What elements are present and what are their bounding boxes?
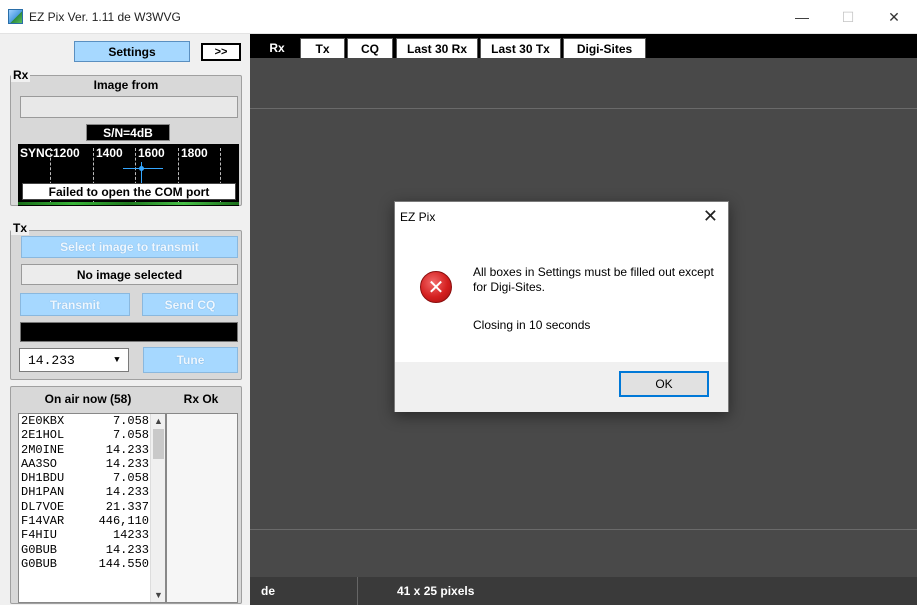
title-bar: EZ Pix Ver. 1.11 de W3WVG — ☐ ✕	[0, 0, 917, 34]
status-divider	[357, 577, 358, 605]
list-item[interactable]: F4HIU 14233	[19, 528, 165, 542]
callsign: F4HIU	[21, 528, 58, 543]
callsign: G0BUB	[21, 556, 58, 571]
settings-button[interactable]: Settings	[74, 41, 190, 62]
list-item[interactable]: AA3SO 14.233	[19, 457, 165, 471]
list-item[interactable]: G0BUB 14.233	[19, 543, 165, 557]
list-item[interactable]: 2E0KBX 7.058	[19, 414, 165, 428]
callsign: DL7VOE	[21, 499, 65, 514]
scroll-thumb[interactable]	[153, 429, 164, 459]
list-item[interactable]: F14VAR 446,110	[19, 514, 165, 528]
divider	[250, 529, 917, 530]
frequency: 14.233	[105, 442, 149, 457]
tab-rx[interactable]: Rx	[258, 38, 296, 58]
callsign: 2M0INE	[21, 442, 65, 457]
tab-last-30-rx[interactable]: Last 30 Rx	[396, 38, 478, 58]
chevron-down-icon[interactable]: ▼	[109, 352, 125, 368]
dialog-footer: OK	[395, 362, 728, 412]
frequency: 21.337	[105, 499, 149, 514]
frequency: 14.233	[105, 456, 149, 471]
list-item[interactable]: DH1BDU 7.058	[19, 471, 165, 485]
left-panel: Settings >> Rx Image from S/N=4dB SYNC 1…	[0, 34, 250, 605]
spectrum-tick-1800: 1800	[181, 146, 208, 160]
scroll-up-icon[interactable]: ▲	[151, 414, 165, 428]
frequency: 14.233	[105, 485, 149, 500]
expand-button[interactable]: >>	[201, 43, 241, 61]
list-item[interactable]: DH1PAN 14.233	[19, 485, 165, 499]
callsign: DH1PAN	[21, 485, 65, 500]
frequency: 14.233	[105, 542, 149, 557]
frequency-value: 14.233	[28, 352, 75, 368]
minimize-button[interactable]: —	[779, 0, 825, 34]
dialog-title: EZ Pix	[400, 210, 436, 224]
on-air-header: On air now (58)	[44, 392, 132, 406]
tx-progress-bar	[20, 322, 238, 342]
spectrum-noise-trace	[18, 202, 239, 205]
rx-image-source-field	[20, 96, 238, 118]
error-icon: ✕	[420, 271, 452, 303]
snr-readout: S/N=4dB	[86, 124, 170, 141]
divider	[250, 108, 917, 109]
spectrum-tick-1200: 1200	[53, 146, 80, 160]
tab-last-30-tx[interactable]: Last 30 Tx	[480, 38, 561, 58]
scroll-down-icon[interactable]: ▼	[151, 588, 165, 602]
transmit-button[interactable]: Transmit	[20, 293, 130, 316]
status-bar: de 41 x 25 pixels	[250, 577, 917, 605]
message-dialog: EZ Pix ✕ ✕ All boxes in Settings must be…	[394, 201, 729, 412]
dialog-countdown: Closing in 10 seconds	[473, 318, 591, 332]
maximize-button[interactable]: ☐	[825, 0, 871, 34]
app-icon	[8, 9, 23, 24]
com-port-error-label: Failed to open the COM port	[22, 183, 236, 200]
callsign: 2E0KBX	[21, 414, 65, 428]
callsign: AA3SO	[21, 456, 58, 471]
rx-ok-header: Rx Ok	[183, 392, 219, 406]
frequency-select[interactable]: 14.233 ▼	[19, 348, 129, 372]
select-image-button[interactable]: Select image to transmit	[21, 236, 238, 258]
close-button[interactable]: ✕	[871, 0, 917, 34]
frequency: 14233	[112, 528, 149, 543]
frequency: 7.058	[112, 428, 149, 443]
tuning-marker-dot	[139, 166, 144, 171]
callsign: G0BUB	[21, 542, 58, 557]
ok-button[interactable]: OK	[619, 371, 709, 397]
on-air-scrollbar[interactable]: ▲ ▼	[150, 414, 165, 602]
window-controls: — ☐ ✕	[779, 0, 917, 34]
callsign: 2E1HOL	[21, 428, 65, 443]
list-item[interactable]: G0BUB 144.550	[19, 557, 165, 571]
dialog-close-button[interactable]: ✕	[703, 206, 718, 227]
selected-image-status: No image selected	[21, 264, 238, 285]
tab-bar: Rx Tx CQ Last 30 Rx Last 30 Tx Digi-Site…	[250, 34, 917, 58]
frequency: 7.058	[112, 471, 149, 486]
tune-button[interactable]: Tune	[143, 347, 238, 373]
frequency: 144.550	[98, 556, 149, 571]
rx-ok-list[interactable]	[166, 413, 238, 603]
tx-group-label: Tx	[11, 221, 30, 235]
tab-cq[interactable]: CQ	[347, 38, 393, 58]
frequency: 7.058	[112, 414, 149, 428]
send-cq-button[interactable]: Send CQ	[142, 293, 238, 316]
tab-digi-sites[interactable]: Digi-Sites	[563, 38, 646, 58]
spectrum-tick-1400: 1400	[96, 146, 123, 160]
image-from-label: Image from	[93, 78, 159, 92]
frequency: 446,110	[98, 514, 149, 529]
list-item[interactable]: 2E1HOL 7.058	[19, 428, 165, 442]
status-image-size: 41 x 25 pixels	[397, 584, 475, 598]
spectrum-tick-1600: 1600	[138, 146, 165, 160]
list-item[interactable]: DL7VOE 21.337	[19, 500, 165, 514]
callsign: DH1BDU	[21, 471, 65, 486]
callsign: F14VAR	[21, 514, 65, 529]
tab-tx[interactable]: Tx	[300, 38, 345, 58]
on-air-list[interactable]: 2E0KBX 7.058 2E1HOL 7.058 2M0INE 14.233 AA3…	[18, 413, 166, 603]
window-title: EZ Pix Ver. 1.11 de W3WVG	[29, 9, 181, 24]
dialog-message: All boxes in Settings must be filled out…	[473, 265, 714, 294]
spectrum-sync-label: SYNC	[20, 146, 54, 160]
status-de: de	[261, 584, 276, 598]
list-item[interactable]: 2M0INE 14.233	[19, 443, 165, 457]
